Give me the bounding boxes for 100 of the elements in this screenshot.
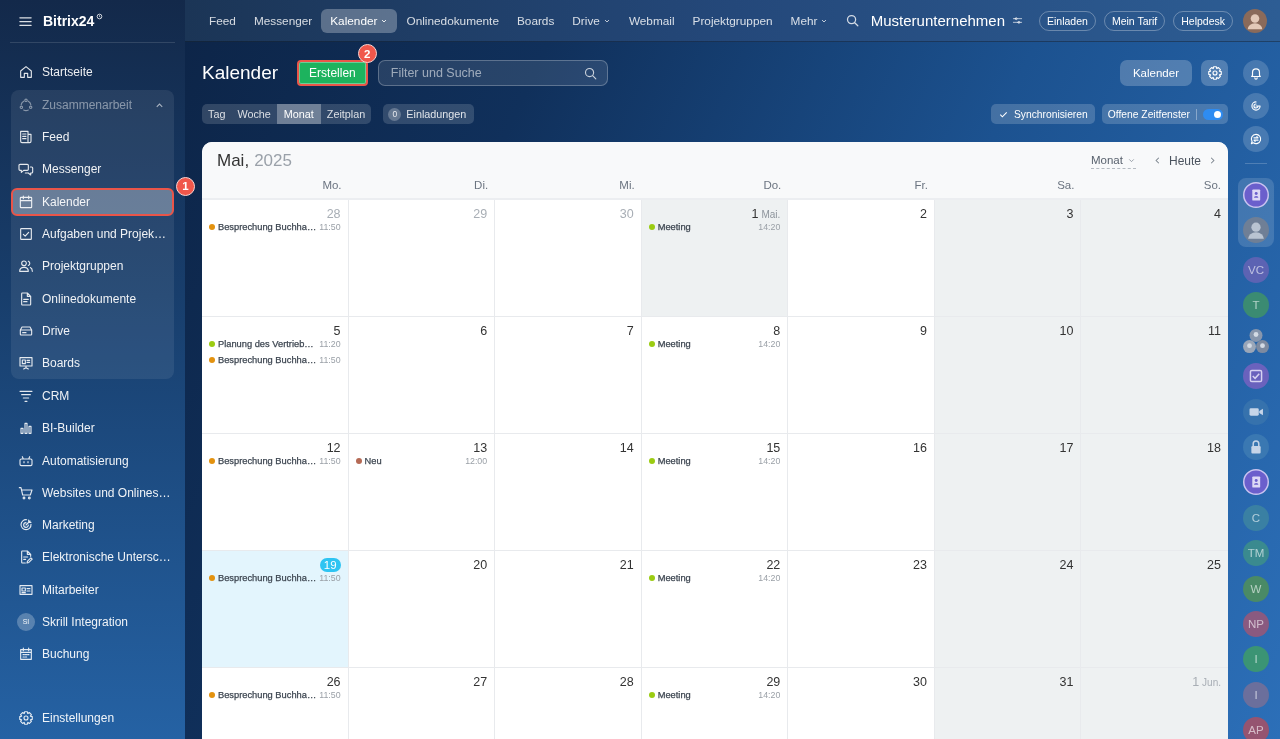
spiral-icon[interactable] [1243, 93, 1269, 119]
day-cell[interactable]: 19 Besprechung Buchha… 11:50 [202, 551, 349, 668]
day-cell[interactable]: 21 [495, 551, 642, 668]
day-cell[interactable]: 2 [788, 200, 935, 317]
sidebar-item[interactable]: CRM [11, 381, 174, 410]
view-tab[interactable]: Monat [276, 104, 321, 124]
sidebar-item[interactable]: Drive [11, 316, 174, 345]
day-cell[interactable]: 22 Meeting 14:20 [641, 551, 789, 668]
group-avatar-icon[interactable] [1243, 327, 1269, 354]
chat-arrows-icon[interactable] [1243, 126, 1269, 152]
sidebar-item[interactable]: Projektgruppen [11, 252, 174, 281]
sidebar-item[interactable]: Buchung [11, 640, 174, 669]
nav-tab[interactable]: Messenger [244, 8, 322, 33]
sidebar-item[interactable]: Kalender [11, 187, 174, 216]
checkbox-icon [18, 225, 34, 242]
day-cell[interactable]: 14 [495, 434, 642, 551]
day-cell[interactable]: 23 [788, 551, 935, 668]
nav-tab[interactable]: Boards [507, 8, 564, 33]
day-cell[interactable]: 4 [1081, 200, 1228, 317]
sync-button[interactable]: Synchronisieren [990, 104, 1095, 124]
invitations-button[interactable]: 0 Einladungen [383, 104, 475, 124]
event-title[interactable]: Besprechung Buchha… [218, 690, 317, 700]
day-cell[interactable]: 5 Planung des Vertrieb… 11:20 Besprechung Buchha… 11:50 [202, 317, 349, 434]
nav-tab[interactable]: Feed [200, 8, 245, 33]
person-avatar-icon[interactable] [1243, 217, 1269, 243]
company-name[interactable]: Musterunternehmen [870, 12, 1005, 29]
day-cell[interactable]: 12 Besprechung Buchha… 11:50 [202, 434, 349, 551]
nav-tab[interactable]: Onlinedokumente [397, 8, 508, 33]
sidebar-item[interactable]: Mitarbeiter [11, 575, 174, 604]
event-title[interactable]: Meeting [657, 690, 691, 700]
sidebar-item[interactable]: Marketing [11, 511, 174, 540]
video-camera-icon[interactable] [1243, 398, 1269, 425]
view-tab[interactable]: Tag [202, 104, 232, 124]
day-cell[interactable]: 11 [1081, 317, 1228, 434]
bell-icon[interactable] [1243, 60, 1269, 86]
user-avatar-icon[interactable] [1243, 8, 1267, 33]
calendars-button[interactable]: Kalender [1119, 60, 1192, 86]
sliders-icon[interactable] [1012, 15, 1023, 26]
nav-tab[interactable]: Kalender [321, 8, 398, 33]
toggle-switch[interactable] [1203, 108, 1223, 120]
day-number: 1 [751, 207, 759, 221]
day-cell[interactable]: 1 Mai. Meeting 14:20 [641, 200, 789, 317]
search-icon[interactable] [844, 13, 860, 28]
event-title[interactable]: Besprechung Buchha… [218, 456, 317, 466]
event-title[interactable]: Meeting [657, 456, 691, 466]
logo-text[interactable]: Bitrix24 [43, 13, 95, 29]
nav-tab[interactable]: Webmail [619, 8, 684, 33]
view-tab[interactable]: Woche [231, 104, 277, 124]
nav-tab[interactable]: Drive [563, 8, 620, 33]
nav-tab[interactable]: Projektgruppen [683, 8, 782, 33]
sidebar-item[interactable]: Messenger [11, 155, 174, 184]
search-icon[interactable] [582, 65, 598, 81]
sidebar-item[interactable]: Feed [11, 123, 174, 152]
event-title[interactable]: Neu [364, 456, 382, 466]
day-cell[interactable]: 20 [348, 551, 496, 668]
day-cell[interactable]: 17 [934, 434, 1082, 551]
settings-item[interactable]: Einstellungen [11, 703, 174, 732]
tasks-icon[interactable] [1243, 363, 1269, 390]
event-time: 11:20 [318, 339, 342, 349]
sidebar-item[interactable]: BI-Builder [11, 414, 174, 443]
day-cell[interactable]: 9 [788, 317, 935, 434]
contact-book-icon[interactable] [1243, 182, 1269, 208]
day-cell[interactable]: 6 [348, 317, 496, 434]
event-title[interactable]: Besprechung Buchha… [218, 222, 317, 232]
day-number: 5 [333, 324, 341, 338]
sidebar-item[interactable]: Boards [11, 349, 174, 378]
sidebar-item[interactable]: Startseite [11, 58, 174, 87]
event-time: 11:50 [318, 222, 342, 232]
sidebar-item[interactable]: Websites und Onlines… [11, 478, 174, 507]
day-cell[interactable]: 18 [1081, 434, 1228, 551]
event-title[interactable]: Besprechung Buchha… [218, 355, 317, 365]
today-button[interactable]: Heute [1168, 153, 1201, 168]
settings-button[interactable] [1201, 60, 1228, 86]
sidebar-item[interactable]: Onlinedokumente [11, 284, 174, 313]
day-cell[interactable]: 16 [788, 434, 935, 551]
event-title[interactable]: Meeting [657, 339, 691, 349]
day-cell[interactable]: 8 Meeting 14:20 [641, 317, 789, 434]
day-cell[interactable]: 3 [934, 200, 1082, 317]
event-title[interactable]: Besprechung Buchha… [218, 573, 317, 583]
sidebar-group-header[interactable]: Zusammenarbeit [11, 89, 174, 121]
day-cell[interactable]: 31 [934, 668, 1082, 739]
event-title[interactable]: Meeting [657, 222, 691, 232]
day-cell[interactable]: 13 Neu 12:00 [348, 434, 496, 551]
day-cell[interactable]: 10 [934, 317, 1082, 434]
sidebar-item[interactable]: Automatisierung [11, 446, 174, 475]
day-cell[interactable]: 28 Besprechung Buchha… 11:50 [202, 200, 349, 317]
contact-book-icon[interactable] [1243, 469, 1269, 496]
day-number: 30 [619, 207, 634, 221]
day-cell[interactable]: 25 [1081, 551, 1228, 668]
sidebar-item[interactable]: Elektronische Untersc… [11, 543, 174, 572]
event-title[interactable]: Meeting [657, 573, 691, 583]
day-cell[interactable]: 7 [495, 317, 642, 434]
view-tab[interactable]: Zeitplan [320, 104, 372, 124]
lock-icon[interactable] [1243, 433, 1269, 460]
nav-tab[interactable]: Mehr [781, 8, 838, 33]
day-cell[interactable]: 24 [934, 551, 1082, 668]
event-title[interactable]: Planung des Vertrieb… [218, 339, 314, 349]
view-select[interactable]: Monat [1091, 152, 1136, 169]
day-cell[interactable]: 15 Meeting 14:20 [641, 434, 789, 551]
sidebar-item[interactable]: Aufgaben und Projek… [11, 219, 174, 248]
